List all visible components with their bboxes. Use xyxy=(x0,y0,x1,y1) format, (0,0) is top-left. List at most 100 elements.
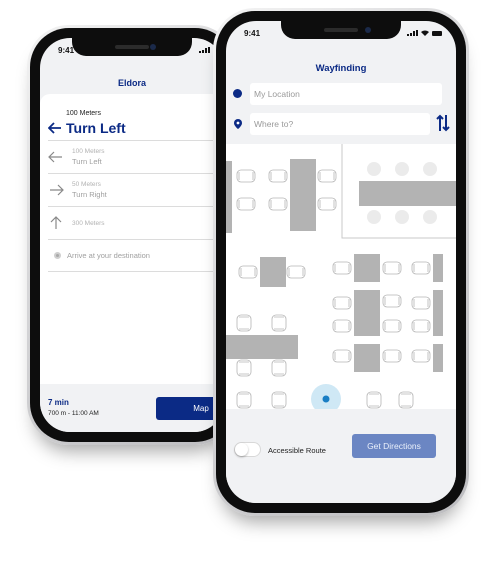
chair xyxy=(382,261,402,275)
chair xyxy=(271,359,287,377)
stool xyxy=(395,210,409,224)
arrow-left-icon xyxy=(48,151,62,163)
chair xyxy=(236,391,252,409)
wifi-icon xyxy=(421,30,429,36)
chair xyxy=(398,391,414,409)
chair xyxy=(271,391,287,409)
navigation-screen: 9:41 Eldora 100 Meters Turn Left 100 Met… xyxy=(40,38,224,432)
accessible-route-toggle[interactable] xyxy=(234,442,261,457)
arrow-left-icon[interactable] xyxy=(48,122,62,134)
phone-bezel: 9:41 Eldora 100 Meters Turn Left 100 Met… xyxy=(30,28,234,442)
chair xyxy=(286,265,306,279)
status-icons xyxy=(407,30,442,36)
desk xyxy=(226,335,298,359)
step-instruction: Arrive at your destination xyxy=(67,251,150,260)
camera xyxy=(365,27,371,33)
chair xyxy=(236,314,252,332)
arrow-up-icon xyxy=(50,216,62,229)
stool xyxy=(423,162,437,176)
conference-table xyxy=(359,181,456,206)
chair xyxy=(382,349,402,363)
desk xyxy=(226,161,232,233)
destination-dot-icon xyxy=(54,252,61,259)
step-distance: 50 Meters xyxy=(72,181,101,188)
chair xyxy=(366,391,382,409)
current-instruction: Turn Left xyxy=(48,120,126,136)
screen-title: Wayfinding xyxy=(315,63,367,74)
notch xyxy=(72,38,192,56)
steps-list: 100 Meters Turn Left 50 Meters Turn Right … xyxy=(48,140,224,272)
chair xyxy=(411,319,431,333)
desk xyxy=(354,254,380,282)
phone-wayfinding: 9:41 Wayfinding My Location Where to? Ac… xyxy=(213,8,469,516)
step-instruction: Turn Left xyxy=(72,157,102,166)
get-directions-button[interactable]: Get Directions xyxy=(352,434,436,458)
stool xyxy=(395,162,409,176)
status-time: 9:41 xyxy=(58,46,75,55)
swap-icon[interactable] xyxy=(436,114,450,132)
directions-card: 100 Meters Turn Left 100 Meters Turn Left… xyxy=(40,94,224,384)
chair xyxy=(271,314,287,332)
wayfinding-screen: 9:41 Wayfinding My Location Where to? Ac… xyxy=(226,21,456,503)
chair xyxy=(317,169,337,183)
floor-plan-map[interactable] xyxy=(226,144,456,412)
route-options-bar: Accessible Route Get Directions xyxy=(226,409,456,503)
chair xyxy=(238,265,258,279)
chair xyxy=(268,197,288,211)
chair xyxy=(268,169,288,183)
status-time: 9:41 xyxy=(244,29,261,38)
chair xyxy=(332,261,352,275)
current-distance: 100 Meters xyxy=(66,110,102,117)
my-location-icon xyxy=(233,89,242,98)
speaker xyxy=(115,45,149,49)
chair xyxy=(411,296,431,310)
map-pin-icon xyxy=(234,119,242,129)
desk xyxy=(433,254,443,282)
chair xyxy=(382,294,402,308)
arrow-right-icon xyxy=(50,184,64,196)
stool xyxy=(367,162,381,176)
destination-input[interactable] xyxy=(250,113,430,135)
desk xyxy=(290,159,316,231)
eta: 7 min xyxy=(48,398,69,407)
stool xyxy=(367,210,381,224)
stool xyxy=(423,210,437,224)
step-item[interactable]: Arrive at your destination xyxy=(48,239,224,272)
desk xyxy=(260,257,286,287)
desk xyxy=(433,344,443,372)
step-item[interactable]: 300 Meters xyxy=(48,206,224,239)
desk xyxy=(433,290,443,336)
chair xyxy=(236,359,252,377)
signal-icon xyxy=(407,30,418,36)
chair xyxy=(332,349,352,363)
origin-input[interactable] xyxy=(250,83,442,105)
desk xyxy=(354,344,380,372)
phone-bezel: 9:41 Wayfinding My Location Where to? Ac… xyxy=(216,11,466,513)
step-item[interactable]: 50 Meters Turn Right xyxy=(48,173,224,206)
current-instruction-label: Turn Left xyxy=(66,120,126,136)
trip-footer: 7 min 700 m - 11:00 AM Map xyxy=(40,384,224,432)
screen-title: Eldora xyxy=(117,78,146,88)
chair xyxy=(332,319,352,333)
battery-icon xyxy=(432,31,442,36)
chair xyxy=(411,261,431,275)
chair xyxy=(332,296,352,310)
step-item[interactable]: 100 Meters Turn Left xyxy=(48,140,224,173)
chair xyxy=(236,169,256,183)
toggle-knob xyxy=(235,443,248,456)
camera xyxy=(150,44,156,50)
step-instruction: Turn Right xyxy=(72,190,107,199)
speaker xyxy=(324,28,358,32)
accessible-route-label: Accessible Route xyxy=(268,446,326,455)
signal-icon xyxy=(199,47,210,53)
desk xyxy=(354,290,380,336)
current-location-marker xyxy=(322,395,330,403)
step-distance: 300 Meters xyxy=(72,219,105,227)
chair xyxy=(317,197,337,211)
step-distance: 100 Meters xyxy=(72,148,105,155)
chair xyxy=(236,197,256,211)
chair xyxy=(411,349,431,363)
chair xyxy=(382,319,402,333)
status-icons xyxy=(199,47,210,53)
stage: 9:41 Eldora 100 Meters Turn Left 100 Met… xyxy=(0,0,500,570)
